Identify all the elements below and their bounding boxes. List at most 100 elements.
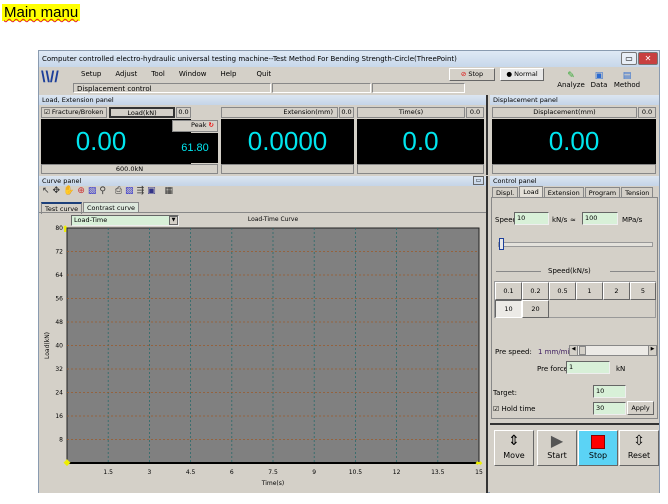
- crosshair-icon[interactable]: ✥: [53, 186, 64, 196]
- stop-button[interactable]: Stop: [578, 430, 618, 466]
- speed-unit: kN/s: [552, 216, 568, 224]
- zoom-area-icon[interactable]: ▧: [88, 186, 100, 196]
- apply-button[interactable]: Apply: [627, 401, 654, 415]
- menu-window[interactable]: Window: [179, 70, 207, 78]
- menu-tool[interactable]: Tool: [151, 70, 165, 78]
- export-icon[interactable]: ⇶: [137, 186, 148, 196]
- zoom-in-icon[interactable]: ⊕: [77, 186, 88, 196]
- menu-adjust[interactable]: Adjust: [115, 70, 137, 78]
- hold-time-checkbox[interactable]: ☑ Hold time: [493, 405, 536, 413]
- data-label: Data: [590, 81, 608, 89]
- menu-quit[interactable]: Quit: [256, 70, 271, 78]
- speed-slider-thumb[interactable]: [499, 238, 504, 250]
- status-led-icon: ●: [506, 70, 513, 78]
- reset-button[interactable]: ⇳ Reset: [619, 430, 659, 466]
- speed-button-20[interactable]: 20: [522, 300, 549, 318]
- load-small-value: 0.0: [176, 107, 191, 118]
- time-header: Time(s): [357, 107, 465, 118]
- speed-slider-track[interactable]: [498, 242, 653, 247]
- refresh-peak-icon[interactable]: ↻: [209, 121, 214, 129]
- time-display: 0.0: [357, 119, 484, 164]
- curve-restore-button[interactable]: ▭: [473, 176, 484, 185]
- restore-button[interactable]: ▭: [621, 52, 637, 65]
- start-button[interactable]: ▶ Start: [537, 430, 577, 466]
- move-arrows-icon: ⇕: [508, 433, 520, 449]
- method-label: Method: [613, 81, 641, 89]
- move-label: Move: [503, 451, 525, 460]
- speed-button-2[interactable]: 2: [603, 282, 630, 300]
- y-tick-label: 72: [55, 249, 63, 256]
- analyze-button[interactable]: ✎ Analyze: [557, 71, 585, 89]
- curve-panel-title: Curve panel: [39, 176, 486, 186]
- pan-hand-icon[interactable]: ✋: [63, 186, 77, 196]
- data-button[interactable]: ▣ Data: [588, 71, 610, 89]
- stress-rate-unit: MPa/s: [622, 216, 643, 224]
- fracture-checkbox[interactable]: ☑ Fracture/Broken: [41, 107, 107, 118]
- method-icon: ▤: [622, 71, 632, 81]
- stress-rate-input[interactable]: 100: [582, 212, 618, 225]
- chart-title: Load-Time Curve: [248, 216, 299, 223]
- fracture-label: Fracture/Broken: [51, 108, 104, 116]
- load-extension-panel: Load, Extension panel ☑ Fracture/Broken …: [39, 95, 488, 175]
- hold-time-input[interactable]: 30: [593, 402, 626, 415]
- speed-button-0-1[interactable]: 0.1: [495, 282, 522, 300]
- load-time-chart[interactable]: Load-Time Curve 1.5 3 4.5 6 7.5 9 10.5 12 13.5 15 8…: [39, 214, 486, 493]
- x-tick-label: 13.5: [431, 469, 445, 476]
- load-display: 0.00: [41, 119, 191, 164]
- x-tick-label: 1.5: [103, 469, 113, 476]
- pre-force-input[interactable]: 1: [566, 361, 610, 374]
- speed-button-1[interactable]: 1: [576, 282, 603, 300]
- stop-label: Stop: [588, 451, 608, 460]
- displacement-panel: Displacement panel Displacement(mm) 0.0 …: [490, 95, 659, 175]
- window-title: Computer controlled electro-hydraulic un…: [42, 55, 457, 63]
- curve-panel: Curve panel ▭ ↖✥✋⊕▧⚲ ⎙▨⇶▣ ▦ Test curve C…: [39, 176, 488, 493]
- y-max-marker-icon: ⬆: [61, 225, 69, 235]
- stop-status-button[interactable]: ⊘ Stop: [449, 68, 495, 81]
- chart-settings-icon[interactable]: ▨: [125, 186, 137, 196]
- load-panel-title: Load, Extension panel: [39, 95, 486, 105]
- status-field-2: [272, 83, 371, 93]
- x-tick-label: 7.5: [268, 469, 278, 476]
- move-button[interactable]: ⇕ Move: [494, 430, 534, 466]
- print-icon[interactable]: ⎙: [115, 186, 125, 196]
- x-tick-label: 3: [147, 469, 151, 476]
- x-max-marker-icon: ⬌: [475, 459, 483, 469]
- control-mode-field: Displacement control: [73, 83, 271, 93]
- pre-speed-label: Pre speed:: [495, 348, 532, 356]
- menu-bar: Setup Adjust Tool Window Help Quit: [81, 70, 285, 78]
- method-button[interactable]: ▤ Method: [613, 71, 641, 89]
- select-icon[interactable]: ↖: [42, 186, 53, 196]
- status-field-3: [372, 83, 465, 93]
- peak-value: 61.80: [172, 133, 218, 163]
- speed-button-0-2[interactable]: 0.2: [522, 282, 549, 300]
- menu-setup[interactable]: Setup: [81, 70, 101, 78]
- speed-button-10[interactable]: 10: [495, 300, 522, 318]
- scroll-right-icon[interactable]: ▶: [648, 346, 656, 355]
- close-button[interactable]: ✕: [638, 52, 658, 65]
- x-tick-label: 12: [393, 469, 401, 476]
- stop-status-label: Stop: [468, 70, 484, 78]
- pre-speed-scrollbar[interactable]: ◀ ▶: [569, 345, 657, 356]
- speed-button-0-5[interactable]: 0.5: [549, 282, 576, 300]
- action-buttons: ⇕ Move ▶ Start Stop ⇳ Reset: [492, 430, 659, 472]
- y-tick-label: 16: [55, 413, 63, 420]
- y-axis-label: Load(kN): [44, 332, 51, 359]
- speed-input[interactable]: 10: [514, 212, 549, 225]
- extension-small-value: 0.0: [339, 107, 354, 118]
- x-tick-label: 10.5: [349, 469, 363, 476]
- grid-tool-icon[interactable]: ▦: [165, 186, 177, 196]
- stop-sign-icon: ⊘: [460, 70, 467, 78]
- speed-button-5[interactable]: 5: [630, 282, 656, 300]
- analyze-icon: ✎: [567, 71, 575, 81]
- zoom-icon[interactable]: ⚲: [99, 186, 109, 196]
- menu-help[interactable]: Help: [220, 70, 236, 78]
- target-input[interactable]: 10: [593, 385, 626, 398]
- window-icon[interactable]: ▣: [147, 186, 159, 196]
- scroll-thumb[interactable]: [579, 346, 586, 355]
- speed-button-grid: 0.1 0.2 0.5 1 2 5 10 20: [494, 281, 656, 318]
- x-axis-label: Time(s): [261, 480, 285, 487]
- curve-toolbar: ↖✥✋⊕▧⚲ ⎙▨⇶▣ ▦: [42, 186, 176, 196]
- time-small-value: 0.0: [466, 107, 484, 118]
- y-tick-label: 56: [55, 296, 63, 303]
- scroll-left-icon[interactable]: ◀: [570, 346, 578, 355]
